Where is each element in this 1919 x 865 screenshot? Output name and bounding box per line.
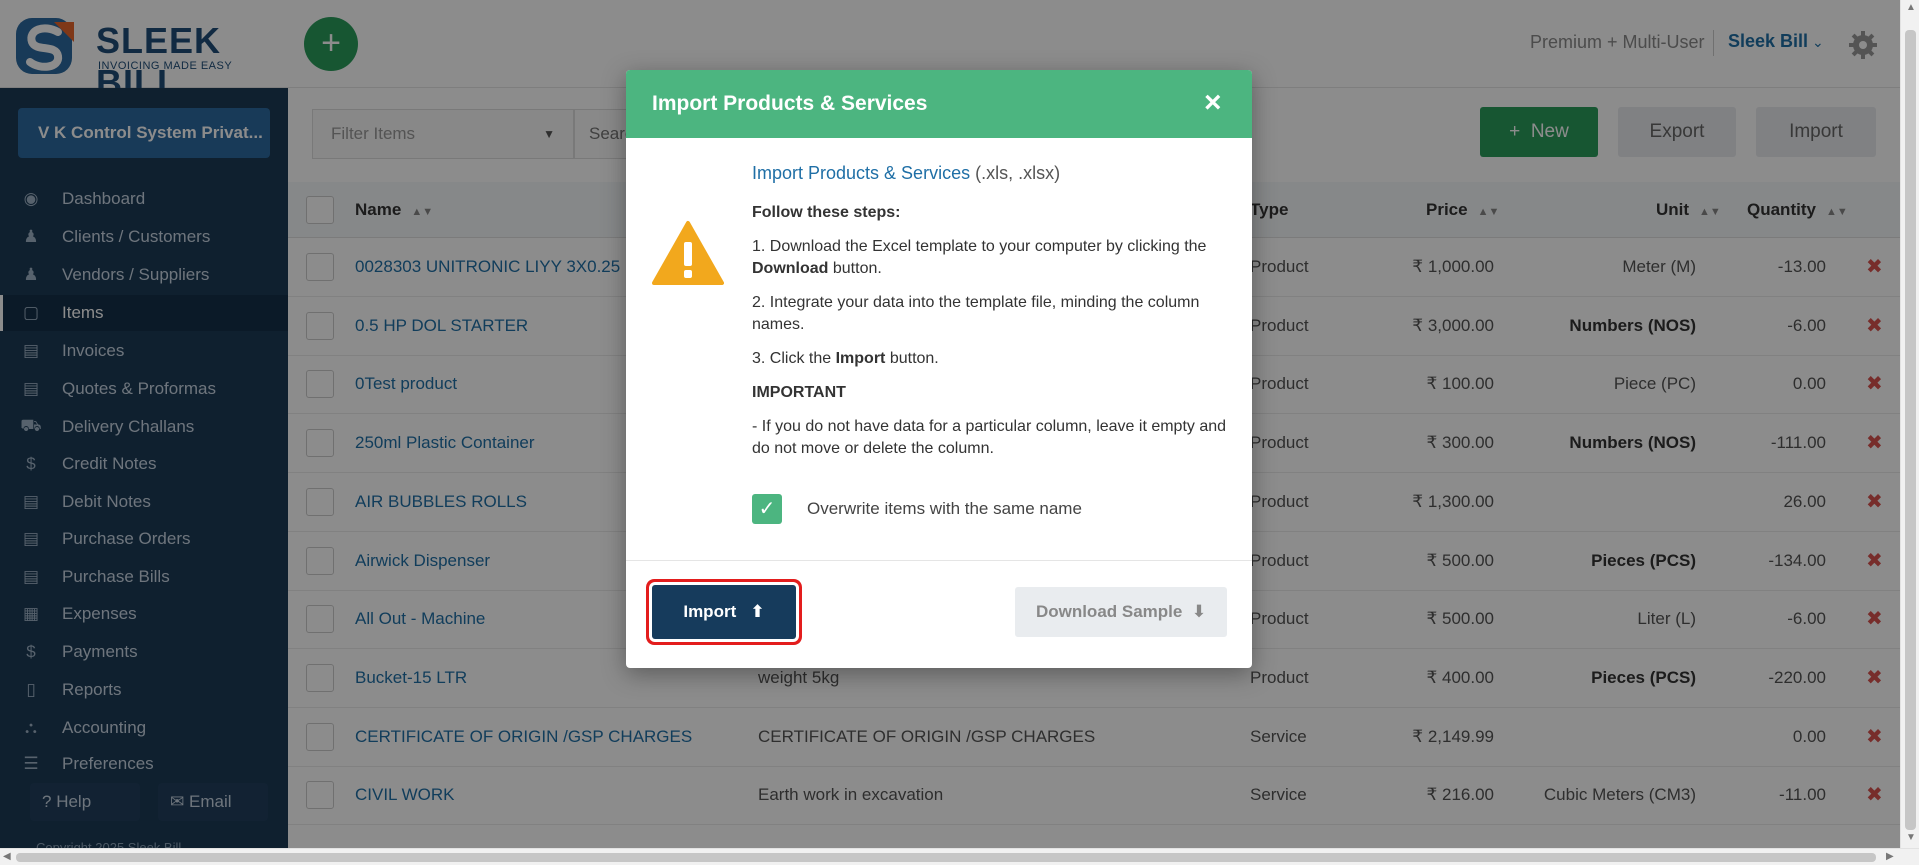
close-icon[interactable]: × — [1204, 86, 1222, 120]
import-submit-label: Import — [683, 602, 737, 621]
overwrite-checkbox[interactable]: ✓ — [752, 494, 782, 524]
vertical-scroll-thumb[interactable] — [1905, 30, 1916, 830]
download-sample-label: Download Sample — [1035, 602, 1183, 621]
modal-heading: Import Products & Services (.xls, .xlsx) — [752, 162, 1232, 184]
modal-body: Import Products & Services (.xls, .xlsx)… — [752, 162, 1232, 472]
modal-heading-ext: (.xls, .xlsx) — [970, 163, 1061, 183]
app-root: SLEEK BILL INVOICING MADE EASY + Premium… — [0, 0, 1919, 865]
step-2: 2. Integrate your data into the template… — [752, 294, 1200, 333]
warning-icon — [652, 221, 724, 285]
overwrite-option[interactable]: ✓ Overwrite items with the same name — [752, 494, 1082, 524]
vertical-scrollbar[interactable]: ▲ ▼ — [1900, 0, 1919, 848]
steps-title: Follow these steps: — [752, 204, 901, 221]
important-title: IMPORTANT — [752, 384, 846, 401]
horizontal-scroll-thumb[interactable] — [16, 853, 1876, 862]
step-3-text: 3. Click the — [752, 350, 836, 367]
scroll-right-arrow[interactable]: ▶ — [1886, 851, 1894, 862]
modal-header: Import Products & Services × — [626, 70, 1252, 138]
upload-icon: ⬆ — [750, 602, 765, 621]
step-1-text: 1. Download the Excel template to your c… — [752, 238, 1207, 255]
step-1-bold: Download — [752, 260, 829, 277]
step-1-end: button. — [828, 260, 882, 277]
modal-divider — [626, 560, 1252, 561]
import-submit-button[interactable]: Import ⬆ — [652, 585, 796, 639]
horizontal-scrollbar[interactable]: ◀ ▶ — [0, 848, 1919, 865]
modal-heading-link: Import Products & Services — [752, 163, 971, 183]
step-3: 3. Click the Import button. — [752, 348, 1232, 370]
step-1: 1. Download the Excel template to your c… — [752, 236, 1232, 280]
scroll-left-arrow[interactable]: ◀ — [3, 851, 11, 862]
overwrite-label: Overwrite items with the same name — [807, 499, 1082, 518]
important-text: - If you do not have data for a particul… — [752, 418, 1227, 457]
scroll-up-arrow[interactable]: ▲ — [1906, 2, 1916, 13]
step-3-end: button. — [885, 350, 939, 367]
import-modal: Import Products & Services × Import Prod… — [626, 70, 1252, 668]
download-icon: ⬇ — [1191, 602, 1207, 621]
modal-title: Import Products & Services — [652, 92, 928, 115]
scroll-down-arrow[interactable]: ▼ — [1906, 832, 1916, 843]
step-3-bold: Import — [835, 350, 886, 367]
download-sample-button[interactable]: Download Sample ⬇ — [1015, 587, 1227, 637]
